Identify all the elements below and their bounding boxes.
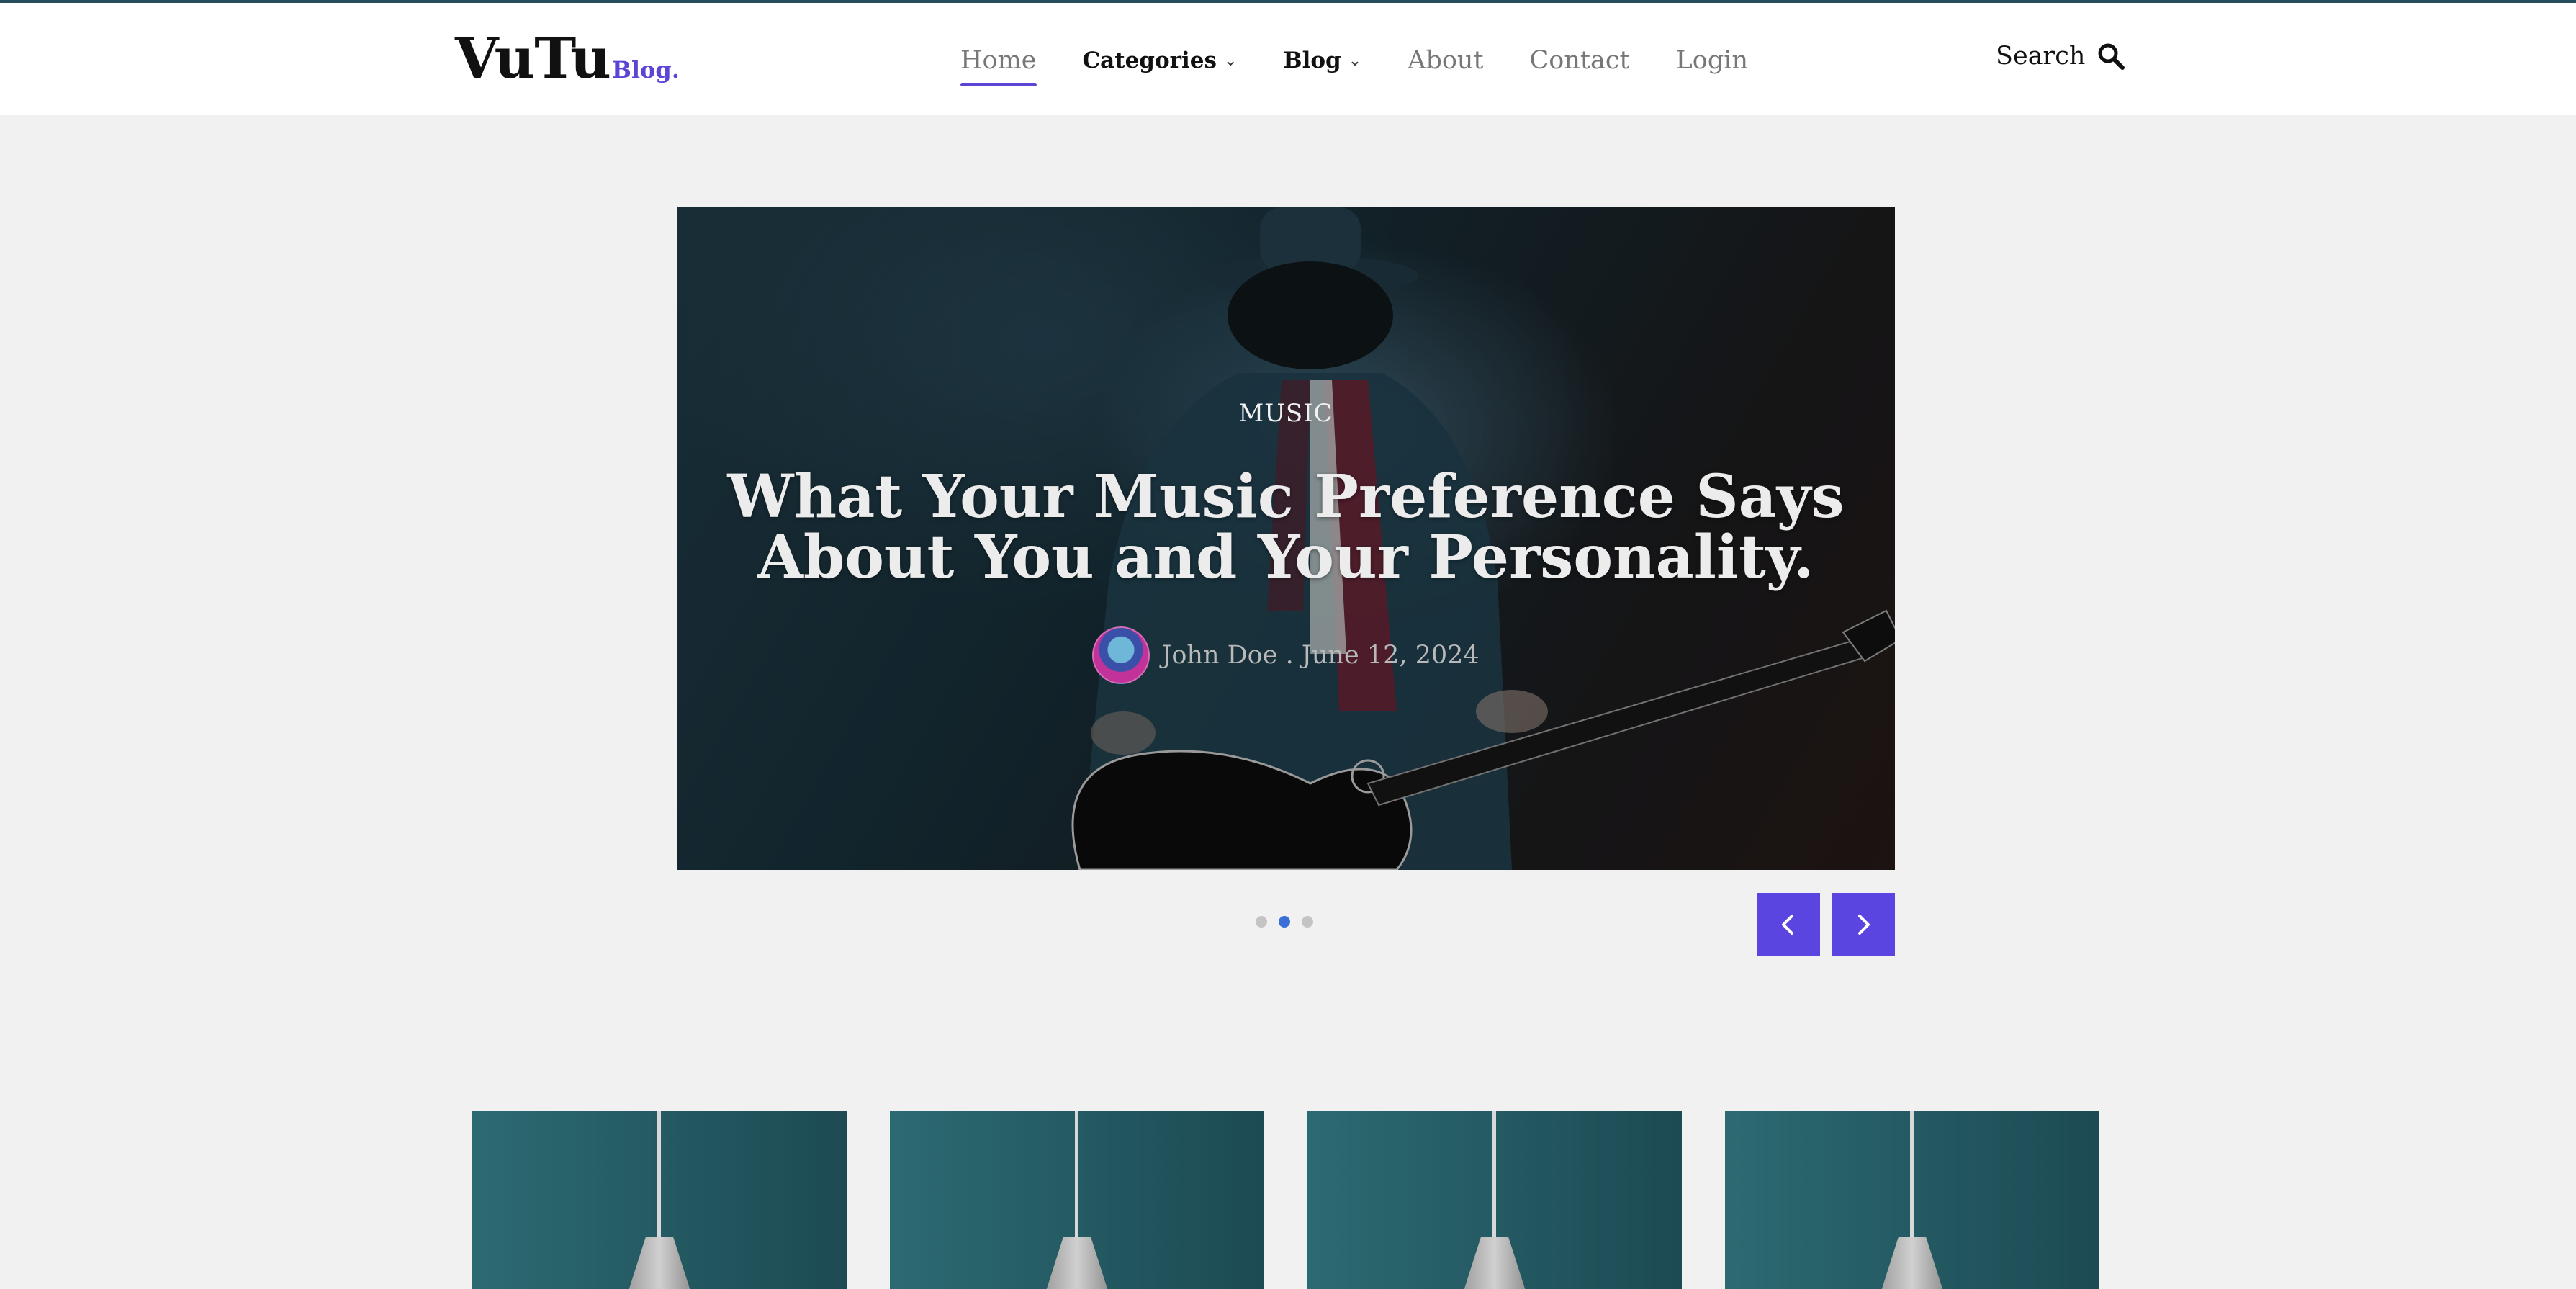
hero-meta: John Doe . June 12, 2024 — [677, 626, 1895, 684]
logo-suffix: Blog. — [611, 56, 680, 84]
nav-item-contact[interactable]: Contact — [1530, 46, 1630, 75]
post-card[interactable] — [472, 1111, 847, 1289]
lamp-image — [1042, 1237, 1112, 1289]
search-icon — [2097, 42, 2125, 71]
nav-item-blog[interactable]: Blog ⌄ — [1283, 48, 1361, 73]
site-header: VuTu Blog. Home Categories ⌄ Blog ⌄ Abou… — [0, 3, 2576, 115]
lamp-image — [1878, 1237, 1947, 1289]
nav-item-about[interactable]: About — [1408, 46, 1483, 75]
chevron-left-icon — [1782, 915, 1793, 935]
site-logo[interactable]: VuTu Blog. — [455, 26, 680, 91]
author-date: John Doe . June 12, 2024 — [1161, 641, 1480, 670]
slider-prev-button[interactable] — [1757, 893, 1820, 956]
nav-item-label: Login — [1675, 46, 1748, 75]
lamp-image — [1460, 1237, 1529, 1289]
chevron-right-icon — [1858, 915, 1870, 935]
hero-title[interactable]: What Your Music Preference Says About Yo… — [698, 467, 1873, 588]
post-card[interactable] — [1725, 1111, 2099, 1289]
post-card[interactable] — [1307, 1111, 1682, 1289]
nav-item-label: Categories — [1082, 48, 1217, 73]
slider-dot[interactable] — [1302, 916, 1313, 928]
chevron-down-icon: ⌄ — [1223, 51, 1238, 70]
slider-dot-active[interactable] — [1279, 916, 1290, 928]
logo-name: VuTu — [455, 26, 611, 91]
lamp-cord — [1492, 1111, 1496, 1237]
nav-item-login[interactable]: Login — [1676, 46, 1748, 75]
main-nav: Home Categories ⌄ Blog ⌄ About Contact L… — [960, 39, 1794, 86]
hero-category[interactable]: MUSIC — [677, 399, 1895, 428]
search-button[interactable]: Search — [1996, 42, 2125, 71]
slider-next-button[interactable] — [1832, 893, 1895, 956]
slider-dots — [1256, 916, 1325, 928]
post-card[interactable] — [890, 1111, 1264, 1289]
nav-item-label: About — [1408, 46, 1484, 75]
lamp-cord — [1910, 1111, 1914, 1237]
nav-item-label: Home — [960, 46, 1037, 75]
nav-item-categories[interactable]: Categories ⌄ — [1083, 48, 1238, 73]
post-cards — [472, 1111, 2099, 1289]
nav-item-label: Blog — [1283, 48, 1341, 73]
lamp-image — [625, 1237, 694, 1289]
search-label: Search — [1996, 42, 2086, 71]
chevron-down-icon: ⌄ — [1348, 51, 1362, 70]
lamp-cord — [657, 1111, 661, 1237]
slider-dot[interactable] — [1256, 916, 1267, 928]
avatar — [1092, 626, 1150, 684]
hero-slide[interactable]: MUSIC What Your Music Preference Says Ab… — [677, 207, 1895, 870]
nav-item-home[interactable]: Home — [960, 46, 1037, 86]
nav-item-label: Contact — [1529, 46, 1630, 75]
lamp-cord — [1075, 1111, 1078, 1237]
